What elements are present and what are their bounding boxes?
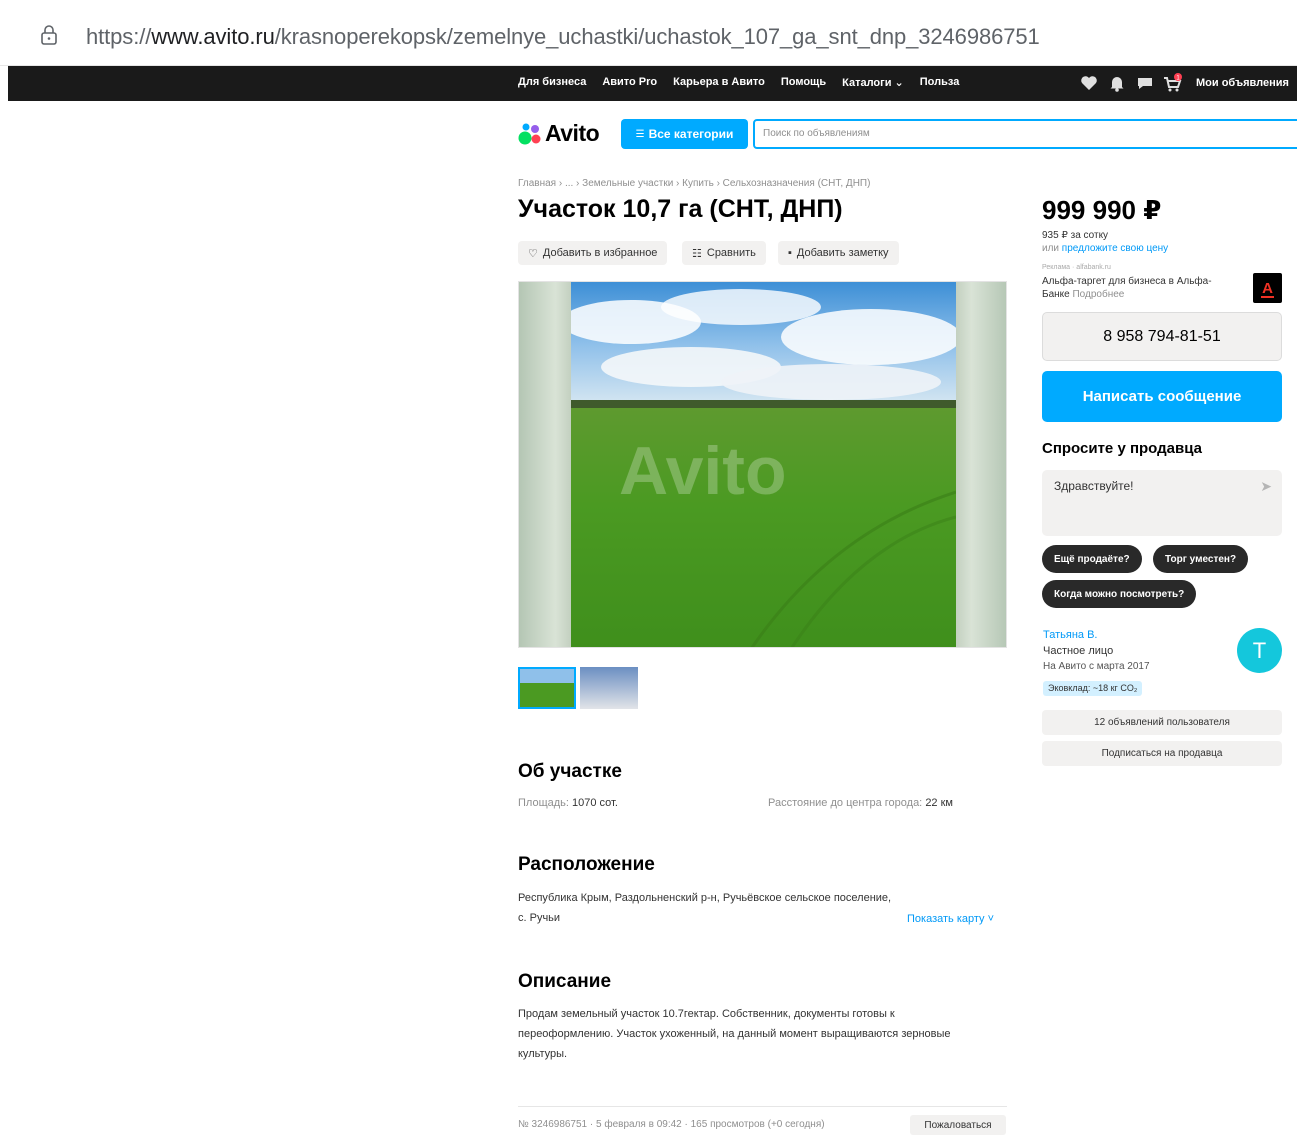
divider (518, 1106, 1007, 1107)
subscribe-seller-button[interactable]: Подписаться на продавца (1042, 741, 1282, 766)
top-nav-links: Для бизнеса Авито Pro Карьера в Авито По… (518, 76, 975, 89)
bell-icon[interactable] (1106, 73, 1128, 93)
breadcrumb[interactable]: Главная › ... › Земельные участки › Купи… (518, 178, 870, 189)
location-address: Республика Крым, Раздольненский р-н, Руч… (518, 892, 892, 924)
my-ads-link[interactable]: Мои объявления (1196, 77, 1289, 89)
photo-gallery[interactable]: Avito (518, 281, 1007, 648)
gallery-thumbnail-2[interactable] (580, 667, 638, 709)
alfa-bank-logo[interactable]: А (1253, 273, 1282, 303)
price: 999 990 ₽ (1042, 195, 1162, 225)
add-to-favorites-button[interactable]: ♡ Добавить в избранное (518, 241, 668, 265)
thumbnail-image-sky (580, 667, 638, 709)
gallery-blur-right (956, 282, 1006, 647)
nav-link-career[interactable]: Карьера в Авито (673, 76, 765, 89)
compare-button[interactable]: ☷ Сравнить (682, 241, 766, 265)
alfa-logo-icon: А (1261, 280, 1274, 298)
send-icon[interactable]: ➤ (1260, 478, 1272, 495)
categories-icon: ☰ (635, 128, 645, 140)
gallery-thumbnail-1[interactable] (518, 667, 576, 709)
gallery-blur-left (519, 282, 571, 647)
nav-link-benefit[interactable]: Польза (920, 76, 960, 89)
show-map-link[interactable]: Показать карту ˅ (907, 913, 994, 925)
write-message-button[interactable]: Написать сообщение (1042, 371, 1282, 422)
offer-prefix: или (1042, 243, 1062, 254)
seller-type: Частное лицо (1043, 645, 1114, 657)
search-input[interactable]: Поиск по объявлениям (753, 119, 1297, 149)
distance-param: Расстояние до центра города: 22 км (768, 797, 953, 809)
about-heading: Об участке (518, 761, 622, 782)
avito-logo[interactable]: Avito (518, 120, 600, 147)
area-label: Площадь: (518, 797, 569, 809)
chat-icon[interactable] (1134, 73, 1156, 93)
avito-watermark: Avito (619, 433, 787, 509)
compare-icon: ☷ (692, 247, 702, 260)
ask-seller-text: Здравствуйте! (1054, 479, 1134, 493)
description-heading: Описание (518, 971, 612, 992)
heart-icon[interactable] (1078, 73, 1100, 93)
ad-more-link[interactable]: Подробнее (1072, 289, 1124, 300)
nav-link-help[interactable]: Помощь (781, 76, 826, 89)
nav-link-avito-pro[interactable]: Авито Pro (602, 76, 657, 89)
thumbnail-image-field (520, 669, 574, 707)
top-nav-bar: Для бизнеса Авито Pro Карьера в Авито По… (8, 66, 1297, 101)
description-text: Продам земельный участок 10.7гектар. Соб… (518, 1008, 951, 1060)
eco-badge[interactable]: Эковклад: ~18 кг CO₂ (1043, 681, 1143, 696)
quick-question-bargain[interactable]: Торг уместен? (1153, 545, 1249, 573)
seller-name-link[interactable]: Татьяна В. (1043, 629, 1097, 641)
all-categories-label: Все категории (648, 127, 734, 141)
url-text[interactable]: https://www.avito.ru/krasnoperekopsk/zem… (86, 24, 1040, 50)
cart-icon[interactable]: 1 (1162, 73, 1184, 93)
quick-question-when-view[interactable]: Когда можно посмотреть? (1042, 580, 1197, 608)
top-nav-icons: 1 Мои объявления (1078, 73, 1289, 93)
page-title: Участок 10,7 га (СНТ, ДНП) (518, 195, 843, 223)
lock-icon (41, 25, 57, 45)
avatar[interactable]: T (1237, 628, 1282, 673)
seller-since: На Авито с марта 2017 (1043, 661, 1150, 672)
ask-seller-heading: Спросите у продавца (1042, 440, 1202, 457)
add-note-button[interactable]: ▪ Добавить заметку (778, 241, 899, 265)
offer-price-link[interactable]: предложите свою цену (1062, 243, 1168, 254)
logo-text: Avito (545, 120, 600, 146)
offer-price: или предложите свою цену (1042, 243, 1168, 254)
distance-value: 22 км (925, 797, 953, 809)
price-per-sotka: 935 ₽ за сотку (1042, 230, 1109, 241)
nav-link-catalogs[interactable]: Каталоги ⌄ (842, 76, 904, 89)
ad-text[interactable]: Альфа-таргет для бизнеса в Альфа-Банке П… (1042, 275, 1232, 301)
user-ads-button[interactable]: 12 объявлений пользователя (1042, 710, 1282, 735)
area-value: 1070 сот. (572, 797, 618, 809)
nav-link-business[interactable]: Для бизнеса (518, 76, 586, 89)
heart-outline-icon: ♡ (528, 247, 538, 260)
quick-question-still-selling[interactable]: Ещё продаёте? (1042, 545, 1142, 573)
ad-label[interactable]: Реклама · alfabank.ru (1042, 264, 1111, 271)
all-categories-button[interactable]: ☰ Все категории (621, 119, 748, 149)
area-param: Площадь: 1070 сот. (518, 797, 618, 809)
compare-label: Сравнить (706, 247, 756, 259)
distance-label: Расстояние до центра города: (768, 797, 923, 809)
note-icon: ▪ (788, 247, 792, 259)
alfa-letter: А (1262, 280, 1273, 297)
avito-logo-icon (518, 123, 541, 144)
listing-meta: № 3246986751 · 5 февраля в 09:42 · 165 п… (518, 1119, 825, 1130)
add-note-label: Добавить заметку (796, 247, 889, 259)
add-to-favorites-label: Добавить в избранное (542, 247, 658, 259)
location-heading: Расположение (518, 854, 655, 875)
ask-seller-input[interactable]: Здравствуйте! ➤ (1042, 470, 1282, 536)
complain-button[interactable]: Пожаловаться (910, 1115, 1006, 1135)
phone-button[interactable]: 8 958 794-81-51 (1042, 312, 1282, 361)
ad-text-body: Альфа-таргет для бизнеса в Альфа-Банке (1042, 276, 1212, 300)
browser-address-bar[interactable]: https://www.avito.ru/krasnoperekopsk/zem… (0, 0, 1297, 66)
